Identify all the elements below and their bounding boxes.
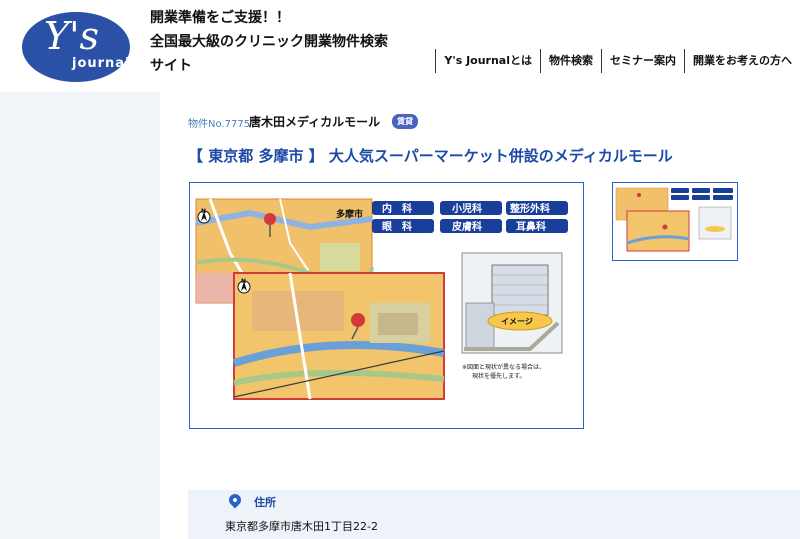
left-background-band <box>0 92 160 539</box>
map-illustration: 多摩市 N N 内 科 小児科 整形外科 眼 科 皮膚科 耳鼻科 イメージ ※図… <box>190 183 583 428</box>
site-header: Y's journal 開業準備をご支援！！ 全国最大級のクリニック開業物件検索… <box>0 0 800 92</box>
rental-badge: 賃貸 <box>392 114 418 129</box>
area-map-lower <box>232 272 445 400</box>
dept-tag-6: 耳鼻科 <box>516 220 546 233</box>
nav-seminar[interactable]: セミナー案内 <box>601 49 684 73</box>
site-logo[interactable]: Y's journal <box>22 12 130 82</box>
nav-property-search[interactable]: 物件検索 <box>540 49 601 73</box>
logo-main-text: Y's <box>44 14 100 58</box>
dept-tag-5: 皮膚科 <box>451 220 482 233</box>
dept-tag-2: 小児科 <box>451 202 482 215</box>
tagline-line-1: 開業準備をご支援！！ <box>150 10 290 26</box>
property-number: 物件No.7775 <box>188 119 251 130</box>
city-label: 多摩市 <box>336 208 363 220</box>
image-label: イメージ <box>501 317 533 326</box>
tagline-line-3: サイト <box>150 58 192 74</box>
property-headline: 【 東京都 多摩市 】 大人気スーパーマーケット併設のメディカルモール <box>188 147 673 165</box>
site-tagline: 開業準備をご支援！！ 全国最大級のクリニック開業物件検索 サイト <box>150 6 430 78</box>
address-label: 住所 <box>254 496 276 509</box>
main-nav: Y's Journalとは 物件検索 セミナー案内 開業をお考えの方へ <box>435 49 800 73</box>
property-thumbnail[interactable] <box>612 182 738 261</box>
floor-plan: イメージ <box>461 252 563 354</box>
dept-tag-3: 整形外科 <box>509 202 550 215</box>
tagline-line-2: 全国最大級のクリニック開業物件検索 <box>150 34 388 50</box>
nav-about[interactable]: Y's Journalとは <box>435 49 540 73</box>
dept-tag-1: 内 科 <box>382 202 412 215</box>
plan-note-1: ※図面と現状が異なる場合は、 <box>462 363 545 371</box>
logo-sub-text: journal <box>72 56 131 71</box>
dept-tag-4: 眼 科 <box>382 220 412 233</box>
plan-note-2: 現状を優先します。 <box>472 372 525 380</box>
property-main-image[interactable]: 多摩市 N N 内 科 小児科 整形外科 眼 科 皮膚科 耳鼻科 イメージ ※図… <box>189 182 584 429</box>
address-value: 東京都多摩市唐木田1丁目22-2 <box>225 520 378 533</box>
thumbnail-illustration <box>613 183 737 260</box>
nav-for-opening[interactable]: 開業をお考えの方へ <box>684 49 800 73</box>
property-name: 唐木田メディカルモール <box>249 115 381 129</box>
